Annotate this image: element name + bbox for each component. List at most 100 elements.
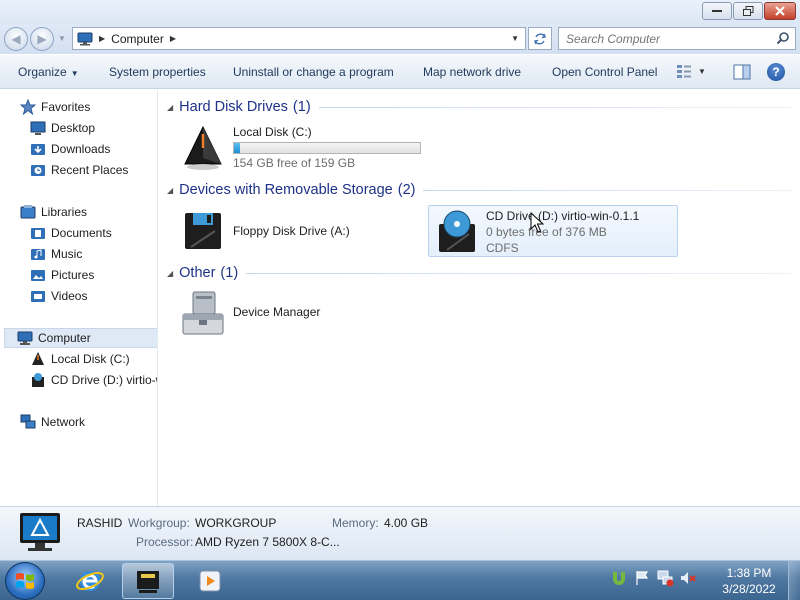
group-title: Devices with Removable Storage (179, 182, 393, 198)
drive-name: Floppy Disk Drive (A:) (233, 224, 350, 238)
desktop-icon (30, 121, 46, 135)
details-pane: RASHID Workgroup: WORKGROUP Memory: 4.00… (0, 506, 800, 560)
nav-videos[interactable]: Videos (30, 286, 87, 306)
favorites-star-icon (20, 99, 36, 115)
open-control-panel-button[interactable]: Open Control Panel (552, 65, 657, 79)
view-options-icon (677, 65, 691, 78)
device-manager-icon (182, 291, 224, 335)
command-bar: Organize ▼ System properties Uninstall or… (0, 55, 800, 89)
system-properties-button[interactable]: System properties (109, 65, 206, 79)
computer-manager-icon (137, 571, 159, 593)
nav-libraries[interactable]: Libraries (20, 202, 87, 222)
volume-muted-icon[interactable] (679, 569, 697, 587)
caption-buttons (702, 2, 796, 20)
address-dropdown-icon[interactable]: ▼ (511, 34, 519, 43)
workgroup-value: WORKGROUP (195, 516, 277, 530)
help-button[interactable]: ? (767, 63, 785, 81)
breadcrumb-chevron-icon[interactable]: ▶ (99, 34, 105, 43)
nav-music[interactable]: Music (30, 244, 82, 264)
windows-logo-icon (16, 573, 34, 589)
nav-computer[interactable]: Computer (4, 328, 157, 348)
memory-value: 4.00 GB (384, 516, 429, 530)
group-title: Hard Disk Drives (179, 99, 288, 115)
drive-tile-local-disk-c[interactable]: Local Disk (C:) 154 GB free of 159 GB (179, 122, 427, 174)
taskbar-explorer-window[interactable] (122, 563, 174, 599)
nav-desktop[interactable]: Desktop (30, 118, 95, 138)
group-header-removable-storage[interactable]: ◢ Devices with Removable Storage (2) (167, 180, 792, 200)
network-icon (20, 414, 36, 429)
organize-button[interactable]: Organize ▼ (18, 65, 79, 79)
recent-pages-dropdown[interactable]: ▼ (58, 34, 66, 43)
minimize-icon (712, 10, 722, 12)
restore-button[interactable] (733, 2, 763, 20)
nav-downloads[interactable]: Downloads (30, 139, 110, 159)
nav-recent-places[interactable]: Recent Places (30, 160, 128, 180)
nav-favorites[interactable]: Favorites (20, 97, 90, 117)
taskbar-media-player[interactable] (184, 563, 236, 599)
pictures-icon (31, 270, 45, 281)
search-box[interactable] (558, 27, 796, 50)
map-network-drive-button[interactable]: Map network drive (423, 65, 521, 79)
minimize-button[interactable] (702, 2, 732, 20)
close-icon (775, 6, 785, 16)
action-center-flag-icon[interactable] (633, 569, 651, 587)
nav-pictures[interactable]: Pictures (30, 265, 94, 285)
computer-name: RASHID (77, 516, 123, 530)
address-row: ◀ ▶ ▼ ▶ Computer ▶ ▼ (0, 24, 800, 54)
uninstall-program-button[interactable]: Uninstall or change a program (233, 65, 394, 79)
drive-free-space: 154 GB free of 159 GB (233, 156, 356, 170)
device-manager-tile[interactable]: Device Manager (179, 288, 379, 340)
back-button[interactable]: ◀ (4, 27, 28, 51)
chevron-down-icon: ▼ (70, 69, 79, 78)
nav-documents[interactable]: Documents (30, 223, 112, 243)
drive-free-space: 0 bytes free of 376 MB (486, 225, 607, 239)
nav-label: Desktop (51, 121, 96, 135)
refresh-button[interactable] (528, 27, 552, 50)
group-header-other[interactable]: ◢ Other (1) (167, 263, 792, 283)
breadcrumb-chevron-icon[interactable]: ▶ (170, 34, 176, 43)
nav-label: Recent Places (51, 163, 129, 177)
network-status-icon[interactable] (656, 569, 674, 587)
local-disk-icon (184, 125, 222, 170)
nav-network[interactable]: Network (20, 412, 85, 432)
address-bar[interactable]: ▶ Computer ▶ ▼ (72, 27, 526, 50)
title-bar[interactable] (0, 0, 800, 24)
drive-tile-cd-d[interactable]: CD Drive (D:) virtio-win-0.1.1 0 bytes f… (428, 205, 678, 257)
drive-name: CD Drive (D:) virtio-win-0.1.1 (486, 209, 640, 223)
torrent-client-icon[interactable] (610, 569, 628, 587)
collapse-triangle-icon[interactable]: ◢ (167, 269, 173, 278)
help-icon: ? (772, 65, 780, 79)
downloads-icon (31, 144, 45, 155)
workgroup-label: Workgroup: (128, 516, 190, 530)
close-button[interactable] (764, 2, 796, 20)
preview-pane-icon[interactable] (733, 64, 751, 80)
clock-time: 1:38 PM (726, 566, 772, 580)
collapse-triangle-icon[interactable]: ◢ (167, 186, 173, 195)
search-icon[interactable] (776, 31, 790, 45)
group-title: Other (179, 265, 216, 281)
group-divider (423, 189, 792, 191)
start-button[interactable] (5, 562, 45, 600)
taskbar-internet-explorer[interactable] (64, 563, 116, 599)
collapse-triangle-icon[interactable]: ◢ (167, 103, 173, 112)
search-input[interactable] (559, 31, 769, 46)
computer-icon (17, 331, 33, 345)
nav-label: Pictures (51, 268, 95, 282)
navigation-pane: Favorites Desktop Downloads Recent Place… (0, 90, 158, 506)
change-view-button[interactable]: ▼ (676, 64, 706, 78)
breadcrumb-computer[interactable]: Computer (111, 32, 164, 46)
cd-drive-icon (439, 210, 475, 252)
group-divider (246, 272, 792, 274)
show-desktop-button[interactable] (788, 561, 800, 600)
nav-label: CD Drive (D:) virtio-win-0.1.1 (51, 373, 157, 387)
forward-button[interactable]: ▶ (30, 27, 54, 51)
group-header-hard-disk-drives[interactable]: ◢ Hard Disk Drives (1) (167, 97, 792, 117)
nav-cd-drive[interactable]: CD Drive (D:) virtio-win-0.1.1 (30, 370, 157, 390)
taskbar: 1:38 PM 3/28/2022 (0, 560, 800, 600)
nav-local-disk[interactable]: Local Disk (C:) (30, 349, 130, 369)
drive-tile-floppy-a[interactable]: Floppy Disk Drive (A:) (179, 205, 419, 257)
device-manager-label: Device Manager (233, 305, 321, 319)
nav-label: Documents (51, 226, 112, 240)
videos-icon (31, 291, 45, 302)
taskbar-clock[interactable]: 1:38 PM 3/28/2022 (716, 565, 782, 597)
